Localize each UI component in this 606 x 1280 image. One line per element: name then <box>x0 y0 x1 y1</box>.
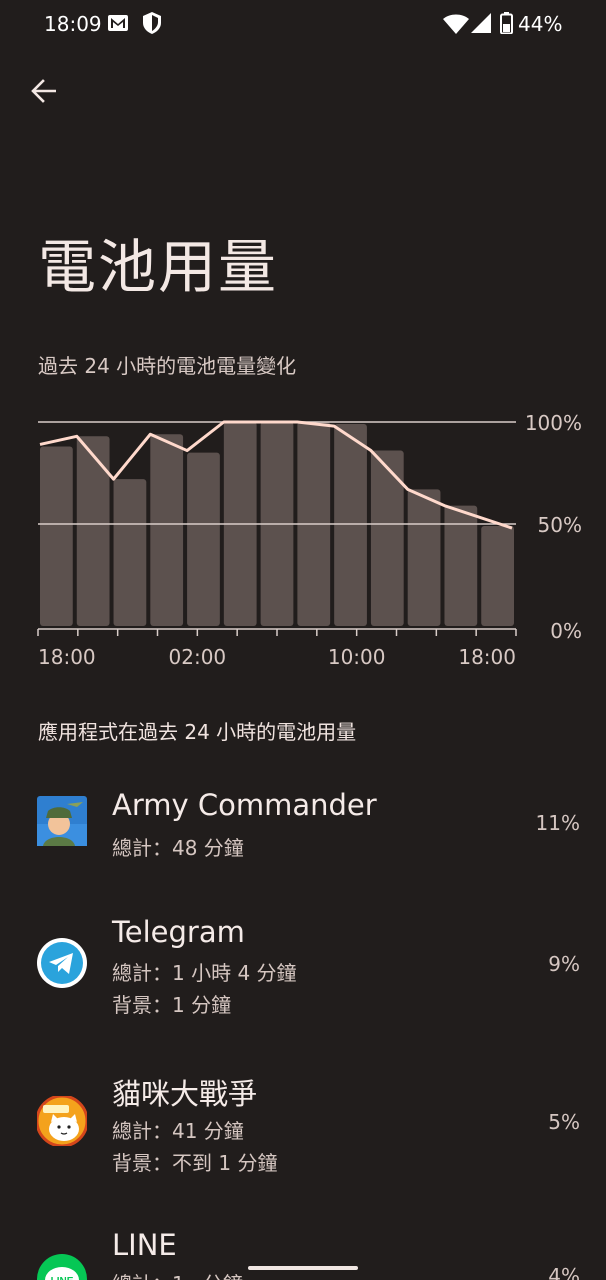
y-tick-label: 100% <box>525 411 582 435</box>
signal-icon <box>471 13 491 33</box>
app-usage-percent: 4% <box>548 1264 580 1280</box>
app-usage-percent: 5% <box>548 1110 580 1134</box>
app-name: 貓咪大戰爭 <box>112 1077 258 1111</box>
battery-level-chart[interactable]: 100% 50% 0% 18:00 02:00 10:00 18:00 <box>0 400 606 680</box>
chart-bar <box>407 489 441 626</box>
army-commander-app-icon <box>37 796 87 846</box>
app-name: Telegram <box>112 915 245 949</box>
app-total-time: 總計：1 小時 4 分鐘 <box>112 961 297 985</box>
chart-caption: 過去 24 小時的電池電量變化 <box>38 354 297 378</box>
chart-bar <box>76 436 110 626</box>
chart-bar <box>113 479 147 626</box>
battery-percentage: 44% <box>518 12 563 36</box>
y-tick-label: 50% <box>538 513 582 537</box>
chart-bar <box>370 450 404 626</box>
svg-text:LINE: LINE <box>51 1276 74 1280</box>
chart-bar <box>187 452 220 626</box>
y-tick-label: 0% <box>550 619 582 643</box>
status-time: 18:09 <box>44 12 102 36</box>
arrow-back-icon <box>31 79 56 103</box>
app-row-telegram[interactable]: Telegram 總計：1 小時 4 分鐘 背景：1 分鐘 9% <box>0 910 606 1020</box>
app-row-army-commander[interactable]: Army Commander 總計：48 分鐘 11% <box>0 780 606 870</box>
battery-icon <box>500 12 513 34</box>
chart-bar <box>40 446 73 626</box>
chart-bar <box>334 424 367 626</box>
chart-bar <box>481 526 514 626</box>
status-bar: 18:09 44% <box>0 0 606 48</box>
battle-cats-app-icon <box>37 1096 87 1146</box>
line-app-icon: LINE <box>37 1254 87 1280</box>
app-usage-percent: 9% <box>548 952 580 976</box>
gesture-nav-handle[interactable] <box>248 1266 358 1270</box>
app-name: Army Commander <box>112 788 377 822</box>
app-row-line[interactable]: LINE LINE 總計：1x 分鐘 4% <box>0 1226 606 1280</box>
app-name: LINE <box>112 1228 177 1262</box>
app-usage-percent: 11% <box>535 811 580 835</box>
app-total-time: 總計：1x 分鐘 <box>112 1268 243 1280</box>
app-total-time: 總計：48 分鐘 <box>112 836 244 860</box>
x-tick-label: 18:00 <box>458 645 516 669</box>
back-button[interactable] <box>22 70 64 112</box>
apps-usage-caption: 應用程式在過去 24 小時的電池用量 <box>38 720 357 744</box>
page-title: 電池用量 <box>38 233 279 301</box>
chart-bar <box>150 434 184 626</box>
x-tick-label: 02:00 <box>169 645 227 669</box>
telegram-app-icon <box>37 938 87 988</box>
app-background-time: 背景：不到 1 分鐘 <box>112 1151 278 1175</box>
x-tick-label: 18:00 <box>38 645 96 669</box>
app-row-battle-cats[interactable]: 貓咪大戰爭 總計：41 分鐘 背景：不到 1 分鐘 5% <box>0 1068 606 1178</box>
app-total-time: 總計：41 分鐘 <box>112 1119 244 1143</box>
app-background-time: 背景：1 分鐘 <box>112 993 232 1017</box>
shield-icon <box>143 12 161 34</box>
gmail-icon <box>108 15 128 31</box>
wifi-icon <box>443 14 469 34</box>
x-tick-label: 10:00 <box>328 645 386 669</box>
